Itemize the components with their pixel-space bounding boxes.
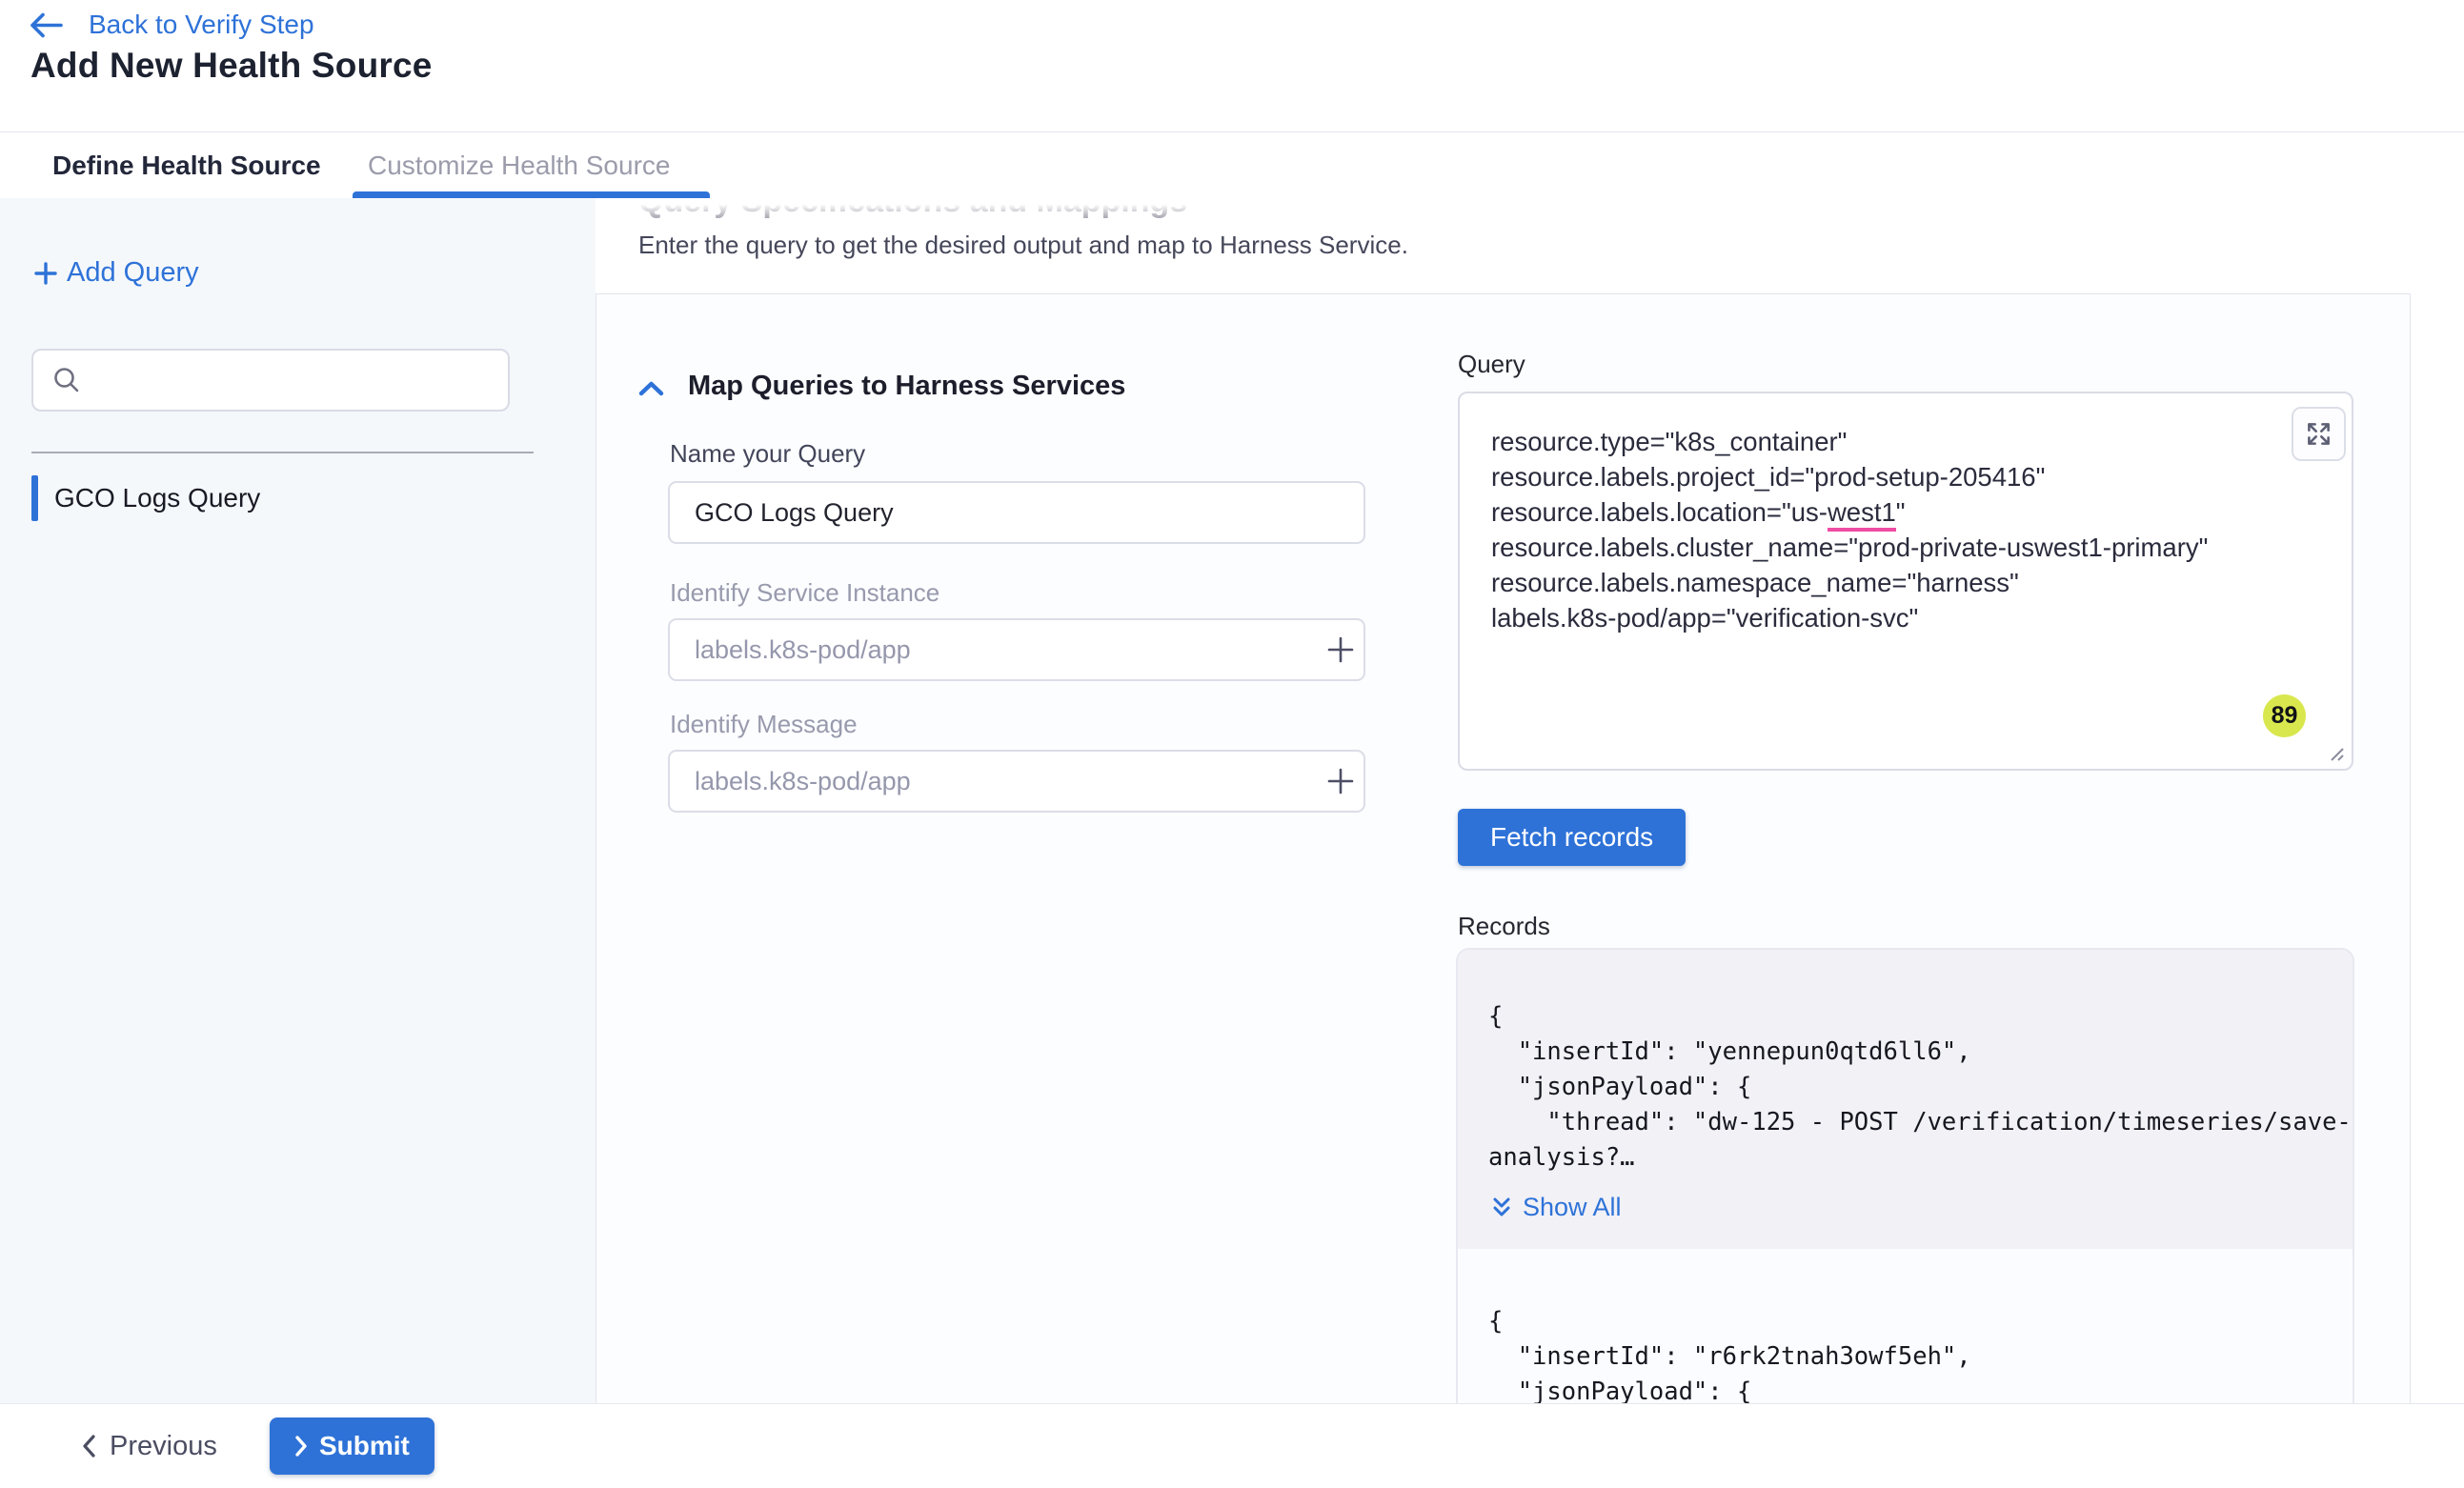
query-editor[interactable]: resource.type="k8s_container"resource.la… xyxy=(1458,392,2353,771)
section-subtitle: Enter the query to get the desired outpu… xyxy=(638,231,1408,260)
chevron-right-icon xyxy=(294,1435,308,1458)
page-header: Back to Verify Step Add New Health Sourc… xyxy=(0,0,2464,131)
back-arrow-icon xyxy=(29,11,64,39)
fullscreen-expand-icon xyxy=(2306,421,2332,447)
submit-button[interactable]: Submit xyxy=(270,1418,434,1475)
character-count-badge: 89 xyxy=(2263,694,2306,737)
page-title: Add New Health Source xyxy=(30,46,433,86)
records-label: Records xyxy=(1458,912,1550,941)
plus-icon xyxy=(31,259,60,288)
query-line: resource.labels.namespace_name="harness" xyxy=(1491,565,2237,600)
query-line: resource.labels.location="us-west1" xyxy=(1491,494,2237,530)
tab-customize-health-source[interactable]: Customize Health Source xyxy=(368,132,670,199)
fetch-records-button[interactable]: Fetch records xyxy=(1458,809,1686,866)
query-line: resource.type="k8s_container" xyxy=(1491,424,2237,459)
record-json: { "insertId": "yennepun0qtd6ll6", "jsonP… xyxy=(1488,999,2335,1176)
query-line: resource.labels.project_id="prod-setup-2… xyxy=(1491,459,2237,494)
identify-message-label: Identify Message xyxy=(670,710,858,739)
footer-bar: Previous Submit xyxy=(0,1403,2464,1488)
map-queries-title: Map Queries to Harness Services xyxy=(688,371,1125,402)
records-list: { "insertId": "yennepun0qtd6ll6", "jsonP… xyxy=(1456,948,2354,1403)
add-message-plus-icon[interactable] xyxy=(1322,762,1360,800)
query-list: GCO Logs Query xyxy=(31,473,567,524)
collapse-section-chevron-icon[interactable] xyxy=(636,378,666,400)
back-to-verify-step-link[interactable]: Back to Verify Step xyxy=(29,10,314,40)
expand-query-button[interactable] xyxy=(2292,407,2346,461)
record-json: { "insertId": "r6rk2tnah3owf5eh", "jsonP… xyxy=(1488,1304,2335,1403)
add-query-label: Add Query xyxy=(67,257,199,289)
query-line: resource.labels.cluster_name="prod-priva… xyxy=(1491,530,2237,565)
search-icon xyxy=(51,365,82,395)
name-query-label: Name your Query xyxy=(670,439,865,469)
chevron-left-icon xyxy=(81,1434,96,1458)
identify-message-input[interactable] xyxy=(668,750,1365,813)
resize-handle[interactable] xyxy=(2324,741,2345,762)
selected-indicator xyxy=(31,475,38,521)
query-search xyxy=(31,349,510,412)
previous-label: Previous xyxy=(110,1431,217,1462)
show-all-label: Show All xyxy=(1523,1193,1622,1222)
main-panel: Query Specifications and Mappings Enter … xyxy=(596,198,2464,1403)
tab-bar: Define Health Source Customize Health So… xyxy=(0,131,2464,198)
active-tab-underline xyxy=(353,191,710,198)
previous-button[interactable]: Previous xyxy=(81,1404,217,1488)
content-region: Add Query GCO Logs Query Query Specifica… xyxy=(0,198,2464,1403)
sidebar-query-item[interactable]: GCO Logs Query xyxy=(31,473,567,524)
query-item-label: GCO Logs Query xyxy=(54,483,260,513)
identify-service-instance-label: Identify Service Instance xyxy=(670,578,939,608)
submit-label: Submit xyxy=(319,1431,410,1461)
show-all-link[interactable]: Show All xyxy=(1490,1193,1622,1222)
query-mapping-card: Map Queries to Harness Services Name you… xyxy=(596,293,2411,1403)
query-name-input[interactable] xyxy=(668,481,1365,544)
back-link-label: Back to Verify Step xyxy=(89,10,314,40)
tab-define-health-source[interactable]: Define Health Source xyxy=(52,132,321,199)
add-query-button[interactable]: Add Query xyxy=(31,257,199,289)
query-sidebar: Add Query GCO Logs Query xyxy=(0,198,596,1403)
record-item: { "insertId": "yennepun0qtd6ll6", "jsonP… xyxy=(1458,950,2353,1249)
search-input[interactable] xyxy=(31,349,510,412)
section-title: Query Specifications and Mappings xyxy=(638,198,1187,220)
spellcheck-underline: west1 xyxy=(1828,497,1896,532)
query-line: labels.k8s-pod/app="verification-svc" xyxy=(1491,600,2237,635)
service-instance-input[interactable] xyxy=(668,618,1365,681)
add-service-instance-plus-icon[interactable] xyxy=(1322,631,1360,669)
sidebar-divider xyxy=(31,452,534,453)
double-chevron-down-icon xyxy=(1490,1196,1513,1220)
record-item: { "insertId": "r6rk2tnah3owf5eh", "jsonP… xyxy=(1458,1249,2353,1403)
query-label: Query xyxy=(1458,350,1525,379)
